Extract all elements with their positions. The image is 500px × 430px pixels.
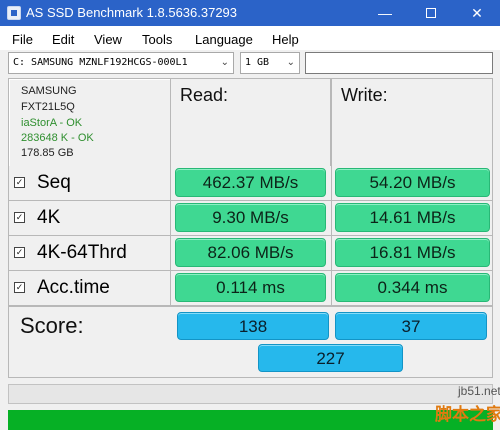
text-field[interactable] bbox=[305, 52, 493, 74]
read-cell: 82.06 MB/s bbox=[171, 236, 332, 270]
test-label-cell: ✓ 4K-64Thrd bbox=[9, 236, 171, 270]
4k-64thrd-checkbox[interactable]: ✓ bbox=[14, 247, 25, 258]
score-write-value: 37 bbox=[335, 312, 487, 340]
test-name: 4K bbox=[37, 207, 61, 228]
test-size-value: 1 GB bbox=[245, 57, 270, 68]
menu-language[interactable]: Language bbox=[195, 32, 253, 47]
minimize-button[interactable]: — bbox=[362, 0, 408, 26]
write-cell: 54.20 MB/s bbox=[332, 166, 493, 200]
test-size-select[interactable]: 1 GB ⌄ bbox=[240, 52, 300, 74]
seq-read-value: 462.37 MB/s bbox=[175, 168, 326, 197]
maximize-button[interactable] bbox=[408, 0, 454, 26]
write-cell: 14.61 MB/s bbox=[332, 201, 493, 235]
drive-info-box: SAMSUNG FXT21L5Q iaStorA - OK 283648 K -… bbox=[8, 78, 170, 166]
chevron-down-icon: ⌄ bbox=[286, 57, 295, 68]
seq-write-value: 54.20 MB/s bbox=[335, 168, 490, 197]
menu-file[interactable]: File bbox=[12, 32, 33, 47]
write-cell: 16.81 MB/s bbox=[332, 236, 493, 270]
read-label: Read: bbox=[180, 85, 229, 105]
app-icon bbox=[7, 6, 21, 20]
test-label-cell: ✓ Acc.time bbox=[9, 271, 171, 305]
menu-bar: File Edit View Tools Language Help bbox=[0, 26, 500, 50]
maximize-icon bbox=[426, 7, 436, 18]
menu-tools[interactable]: Tools bbox=[142, 32, 172, 47]
score-total-value: 227 bbox=[258, 344, 403, 372]
test-row-4k-64thrd: ✓ 4K-64Thrd 82.06 MB/s 16.81 MB/s bbox=[8, 236, 493, 271]
4k-64thrd-write-value: 16.81 MB/s bbox=[335, 238, 490, 267]
test-name: 4K-64Thrd bbox=[37, 242, 127, 263]
4k-write-value: 14.61 MB/s bbox=[335, 203, 490, 232]
4k-checkbox[interactable]: ✓ bbox=[14, 212, 25, 223]
menu-help[interactable]: Help bbox=[272, 32, 299, 47]
menu-view[interactable]: View bbox=[94, 32, 122, 47]
drive-model: SAMSUNG bbox=[21, 85, 77, 97]
menu-edit[interactable]: Edit bbox=[52, 32, 74, 47]
read-cell: 9.30 MB/s bbox=[171, 201, 332, 235]
write-label: Write: bbox=[341, 85, 388, 105]
close-button[interactable]: ✕ bbox=[454, 0, 500, 26]
acc-time-read-value: 0.114 ms bbox=[175, 273, 326, 302]
test-row-acc-time: ✓ Acc.time 0.114 ms 0.344 ms bbox=[8, 271, 493, 306]
acc-time-checkbox[interactable]: ✓ bbox=[14, 282, 25, 293]
watermark-name: 脚本之家 bbox=[435, 405, 500, 424]
alignment-status: 283648 K - OK bbox=[21, 132, 94, 144]
title-bar: AS SSD Benchmark 1.8.5636.37293 — ✕ bbox=[0, 0, 500, 26]
drive-select[interactable]: C: SAMSUNG MZNLF192HCGS-000L1 ⌄ bbox=[8, 52, 234, 74]
read-column-header: Read: bbox=[170, 78, 331, 166]
write-column-header: Write: bbox=[331, 78, 493, 166]
test-name: Acc.time bbox=[37, 277, 110, 298]
drive-select-value: C: SAMSUNG MZNLF192HCGS-000L1 bbox=[13, 57, 188, 68]
test-row-4k: ✓ 4K 9.30 MB/s 14.61 MB/s bbox=[8, 201, 493, 236]
window-title: AS SSD Benchmark 1.8.5636.37293 bbox=[26, 5, 238, 20]
write-cell: 0.344 ms bbox=[332, 271, 493, 305]
test-row-seq: ✓ Seq 462.37 MB/s 54.20 MB/s bbox=[8, 166, 493, 201]
score-label: Score: bbox=[20, 313, 84, 338]
4k-read-value: 9.30 MB/s bbox=[175, 203, 326, 232]
read-cell: 0.114 ms bbox=[171, 271, 332, 305]
seq-checkbox[interactable]: ✓ bbox=[14, 177, 25, 188]
chevron-down-icon: ⌄ bbox=[220, 57, 229, 68]
4k-64thrd-read-value: 82.06 MB/s bbox=[175, 238, 326, 267]
score-read-value: 138 bbox=[177, 312, 329, 340]
score-box: Score: 138 37 227 bbox=[8, 306, 493, 378]
toolbar: C: SAMSUNG MZNLF192HCGS-000L1 ⌄ 1 GB ⌄ bbox=[0, 50, 500, 78]
watermark-site: jb51.net bbox=[458, 384, 500, 398]
test-name: Seq bbox=[37, 172, 71, 193]
read-cell: 462.37 MB/s bbox=[171, 166, 332, 200]
test-label-cell: ✓ Seq bbox=[9, 166, 171, 200]
acc-time-write-value: 0.344 ms bbox=[335, 273, 490, 302]
watermark: jb51.net 脚本之家 bbox=[400, 378, 500, 430]
drive-capacity: 178.85 GB bbox=[21, 147, 74, 159]
driver-status: iaStorA - OK bbox=[21, 117, 83, 129]
test-label-cell: ✓ 4K bbox=[9, 201, 171, 235]
drive-firmware: FXT21L5Q bbox=[21, 101, 75, 113]
